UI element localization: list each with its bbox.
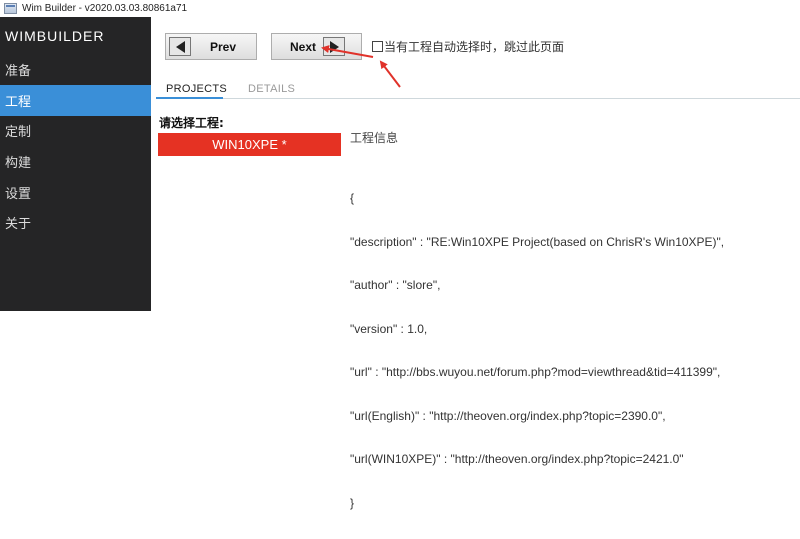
json-line: }: [350, 495, 355, 510]
json-line: "version" : 1.0,: [350, 321, 428, 336]
json-line: {: [350, 191, 355, 205]
tab-bar: PROJECTS DETAILS: [156, 81, 800, 99]
sidebar-item-about[interactable]: 关于: [0, 207, 151, 238]
tab-details[interactable]: DETAILS: [239, 81, 299, 99]
project-info-json: { "description" : "RE:Win10XPE Project(b…: [350, 162, 724, 539]
json-line: "url(English)" : "http://theoven.org/ind…: [350, 408, 666, 423]
project-list-item[interactable]: WIN10XPE *: [158, 133, 341, 156]
sidebar-item-settings[interactable]: 设置: [0, 177, 151, 208]
sidebar-item-customize[interactable]: 定制: [0, 115, 151, 146]
select-project-label: 请选择工程:: [159, 116, 224, 130]
title-bar: Wim Builder - v2020.03.03.80861a71: [0, 0, 800, 17]
json-line: "url(WIN10XPE)" : "http://theoven.org/in…: [350, 452, 684, 466]
tab-projects[interactable]: PROJECTS: [156, 81, 227, 99]
annotation-arrow-to-next: [321, 45, 374, 58]
json-line: "url" : "http://bbs.wuyou.net/forum.php?…: [350, 365, 721, 379]
project-info-title: 工程信息: [350, 131, 399, 145]
window-title: Wim Builder - v2020.03.03.80861a71: [22, 3, 188, 14]
app-icon: [4, 3, 17, 14]
brand-title: WIMBUILDER: [5, 28, 105, 44]
sidebar-item-build[interactable]: 构建: [0, 146, 151, 177]
sidebar-item-project[interactable]: 工程: [0, 85, 151, 116]
sidebar-item-prepare[interactable]: 准备: [0, 54, 151, 85]
json-line: "description" : "RE:Win10XPE Project(bas…: [350, 234, 725, 249]
sidebar: WIMBUILDER 准备 工程 定制 构建 设置 关于: [0, 17, 151, 311]
json-line: "author" : "slore",: [350, 278, 441, 292]
main-panel: Prev Next 当有工程自动选择时，跳过此页面 PROJECTS DETAI…: [151, 17, 800, 510]
